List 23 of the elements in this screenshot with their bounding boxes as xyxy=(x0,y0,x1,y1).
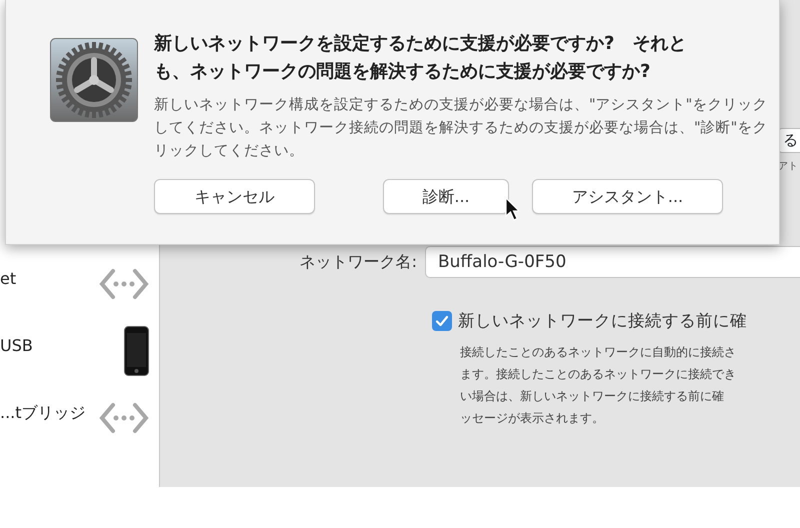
sidebar-item-label[interactable]: USB xyxy=(0,334,33,358)
sidebar-item-label[interactable]: et xyxy=(0,266,16,290)
dialog-button[interactable]: キャンセル xyxy=(154,179,315,214)
gear-icon xyxy=(50,38,138,122)
phone-icon xyxy=(124,326,149,376)
dialog-button[interactable]: 診断... xyxy=(383,179,509,214)
description-line: 接続したことのあるネットワークに自動的に接続さ xyxy=(460,344,737,362)
network-icon xyxy=(99,268,149,300)
description-line: ッセージが表示されます。 xyxy=(460,410,605,428)
cursor-icon xyxy=(505,196,521,221)
description-line: ます。接続したことのあるネットワークに接続でき xyxy=(460,366,737,384)
field-label: ネットワーク名: xyxy=(298,250,418,272)
dialog-button[interactable]: アシスタント... xyxy=(532,179,723,214)
description-line: い場合は、新しいネットワークに接続する前に確 xyxy=(460,388,725,406)
dialog-title: 新しいネットワークを設定するために支援が必要ですか? それとも、ネットワークの問題を解決するために支援が必要ですか? xyxy=(154,32,688,84)
network-name-field[interactable]: Buffalo-G-0F50 xyxy=(425,246,800,278)
checkbox[interactable] xyxy=(432,310,452,331)
network-icon xyxy=(99,402,149,434)
label: アト xyxy=(778,160,799,174)
text-field[interactable]: る xyxy=(778,128,800,152)
sidebar-item-label[interactable]: ...tブリッジ xyxy=(0,400,86,424)
checkbox-label[interactable]: 新しいネットワークに接続する前に確 xyxy=(458,308,747,334)
dialog-message: 新しいネットワーク構成を設定するための支援が必要な場合は、"アシスタント"をクリックしてください。ネットワーク接続の問題を解決するための支援が必要な場合は、"診断"をクリックしてください。 xyxy=(154,96,768,161)
